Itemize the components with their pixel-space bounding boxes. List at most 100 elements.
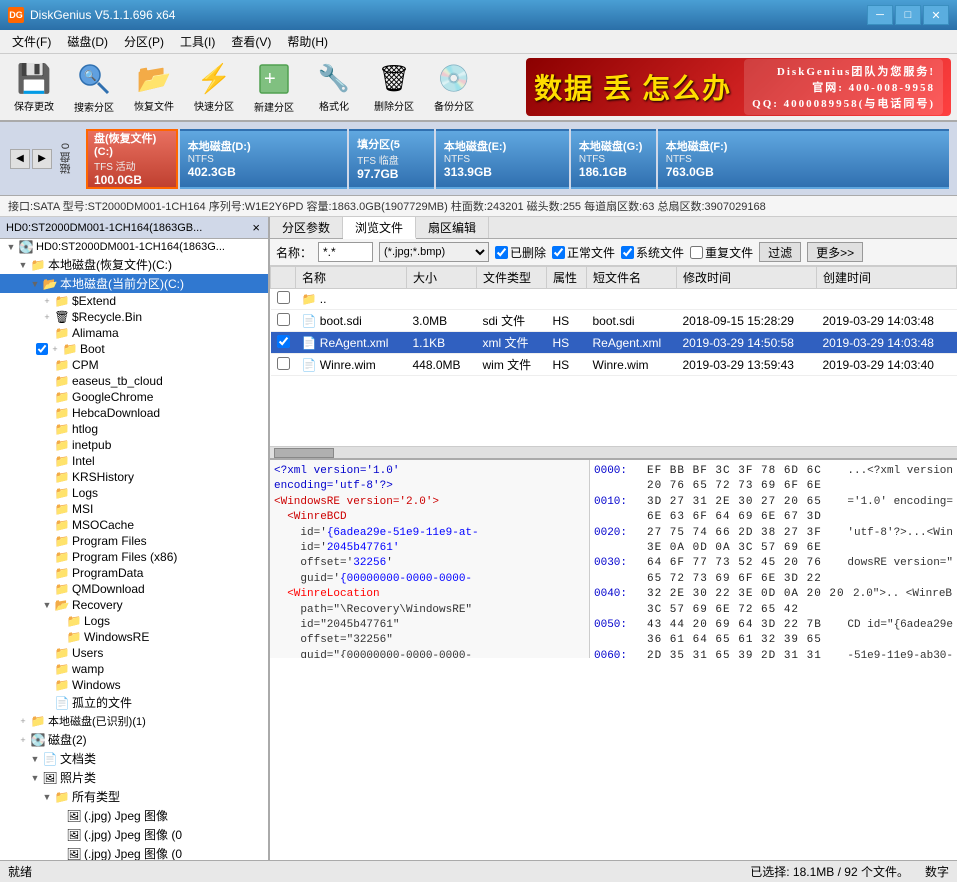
tree-node-inetpub[interactable]: 📁 inetpub: [0, 437, 268, 453]
partition-c[interactable]: 盘(恢复文件)(C:) TFS 活动 100.0GB: [86, 129, 178, 189]
tree-node-alltype[interactable]: ▼ 📁 所有类型: [0, 787, 268, 806]
col-modified[interactable]: 修改时间: [677, 267, 817, 289]
nav-right[interactable]: ▶: [32, 149, 52, 169]
file-row-bootsdi[interactable]: 📄 boot.sdi 3.0MB sdi 文件 HS boot.sdi 2018…: [271, 310, 957, 332]
partition-5[interactable]: 填分区(5 TFS 临盘 97.7GB: [349, 129, 434, 189]
tree-node-progfiles86[interactable]: 📁 Program Files (x86): [0, 549, 268, 565]
col-size[interactable]: 大小: [407, 267, 477, 289]
tree-node-msi[interactable]: 📁 MSI: [0, 501, 268, 517]
tree-header-text: HD0:ST2000DM001-1CH164(1863GB...: [6, 222, 202, 234]
svg-text:🔍: 🔍: [84, 69, 96, 82]
tree-node-alimama[interactable]: 📁 Alimama: [0, 325, 268, 341]
col-created[interactable]: 创建时间: [817, 267, 957, 289]
partition-d[interactable]: 本地磁盘(D:) NTFS 402.3GB: [180, 129, 347, 189]
tree-node-c-current[interactable]: ▼ 📂 本地磁盘(当前分区)(C:): [0, 274, 268, 293]
tree-node-chrome[interactable]: 📁 GoogleChrome: [0, 389, 268, 405]
partition-g[interactable]: 本地磁盘(G:) NTFS 186.1GB: [571, 129, 656, 189]
backup-partition-button[interactable]: 💿 备份分区: [426, 58, 482, 116]
tab-browse-files[interactable]: 浏览文件: [343, 217, 416, 239]
col-name[interactable]: 名称: [296, 267, 407, 289]
search-partition-button[interactable]: 🔍 搜索分区: [66, 58, 122, 116]
left-panel: HD0:ST2000DM001-1CH164(1863GB... × ▼ 💽 H…: [0, 217, 270, 860]
svg-text:+: +: [264, 68, 276, 90]
tree-node-jpg1[interactable]: 🖼 (.jpg) Jpeg 图像: [0, 806, 268, 825]
tree-node-d-recognized[interactable]: + 📁 本地磁盘(已识别)(1): [0, 712, 268, 730]
tree-node-progdata[interactable]: 📁 ProgramData: [0, 565, 268, 581]
tree-node-boot[interactable]: + 📁 Boot: [0, 341, 268, 357]
tree-node-progfiles[interactable]: 📁 Program Files: [0, 533, 268, 549]
tree-node-recovery[interactable]: ▼ 📂 Recovery: [0, 597, 268, 613]
left-panel-header: HD0:ST2000DM001-1CH164(1863GB... ×: [0, 217, 268, 239]
tree-node-hd0[interactable]: ▼ 💽 HD0:ST2000DM001-1CH164(1863G...: [0, 239, 268, 255]
tree-node-logs[interactable]: 📁 Logs: [0, 485, 268, 501]
filter-system-check[interactable]: 系统文件: [621, 244, 684, 261]
tree-node-intel[interactable]: 📁 Intel: [0, 453, 268, 469]
file-row-reagent[interactable]: 📄 ReAgent.xml 1.1KB xml 文件 HS ReAgent.xm…: [271, 332, 957, 354]
tree-area: ▼ 💽 HD0:ST2000DM001-1CH164(1863G... ▼ 📁 …: [0, 239, 268, 860]
menu-view[interactable]: 查看(V): [223, 31, 279, 52]
tree-node-imgtype[interactable]: ▼ 🖼 照片类: [0, 768, 268, 787]
list-scrollbar[interactable]: [270, 446, 957, 458]
tree-node-hebcal[interactable]: 📁 HebcaDownload: [0, 405, 268, 421]
quick-partition-button[interactable]: ⚡ 快速分区: [186, 58, 242, 116]
tree-node-windowsre[interactable]: 📁 WindowsRE: [0, 629, 268, 645]
tree-node-easeus[interactable]: 📁 easeus_tb_cloud: [0, 373, 268, 389]
filter-button[interactable]: 过滤: [759, 242, 801, 262]
menu-help[interactable]: 帮助(H): [279, 31, 336, 52]
menu-partition[interactable]: 分区(P): [116, 31, 172, 52]
tab-sector-edit[interactable]: 扇区编辑: [416, 217, 489, 238]
tree-node-jpg3[interactable]: 🖼 (.jpg) Jpeg 图像 (0: [0, 844, 268, 860]
tree-node-disk2[interactable]: + 💽 磁盘(2): [0, 730, 268, 749]
menu-disk[interactable]: 磁盘(D): [59, 31, 116, 52]
new-partition-button[interactable]: + 新建分区: [246, 58, 302, 116]
partition-f[interactable]: 本地磁盘(F:) NTFS 763.0GB: [658, 129, 949, 189]
tree-node-qmdown[interactable]: 📁 QMDownload: [0, 581, 268, 597]
filter-ext-select[interactable]: (*.jpg;*.bmp): [379, 242, 489, 262]
tree-node-doctype[interactable]: ▼ 📄 文档类: [0, 749, 268, 768]
menu-bar: 文件(F) 磁盘(D) 分区(P) 工具(I) 查看(V) 帮助(H): [0, 30, 957, 54]
tree-node-extend[interactable]: + 📁 $Extend: [0, 293, 268, 309]
delete-partition-button[interactable]: 🗑 删除分区: [366, 58, 422, 116]
tree-close-btn[interactable]: ×: [250, 220, 262, 235]
col-attr[interactable]: 属性: [547, 267, 587, 289]
col-type[interactable]: 文件类型: [477, 267, 547, 289]
nav-left[interactable]: ◀: [10, 149, 30, 169]
tree-node-cpm[interactable]: 📁 CPM: [0, 357, 268, 373]
status-left: 就绪: [8, 863, 32, 880]
disk-info-bar: 接口:SATA 型号:ST2000DM001-1CH164 序列号:W1E2Y6…: [0, 196, 957, 217]
menu-tools[interactable]: 工具(I): [172, 31, 223, 52]
tree-node-recycle[interactable]: + 🗑 $Recycle.Bin: [0, 309, 268, 325]
filter-dup-check[interactable]: 重复文件: [690, 244, 753, 261]
col-check[interactable]: [271, 267, 296, 289]
maximize-button[interactable]: □: [895, 5, 921, 25]
more-button[interactable]: 更多>>: [807, 242, 863, 262]
close-button[interactable]: ✕: [923, 5, 949, 25]
tree-node-msocache[interactable]: 📁 MSOCache: [0, 517, 268, 533]
tree-node-wamp[interactable]: 📁 wamp: [0, 661, 268, 677]
filter-deleted-check[interactable]: 已删除: [495, 244, 546, 261]
tree-node-krs[interactable]: 📁 KRSHistory: [0, 469, 268, 485]
file-row-winre[interactable]: 📄 Winre.wim 448.0MB wim 文件 HS Winre.wim …: [271, 354, 957, 376]
tab-bar: 分区参数 浏览文件 扇区编辑: [270, 217, 957, 239]
tab-partition-params[interactable]: 分区参数: [270, 217, 343, 238]
tree-node-c[interactable]: ▼ 📁 本地磁盘(恢复文件)(C:): [0, 255, 268, 274]
recover-files-button[interactable]: 📂 恢复文件: [126, 58, 182, 116]
col-short[interactable]: 短文件名: [587, 267, 677, 289]
partition-e[interactable]: 本地磁盘(E:) NTFS 313.9GB: [436, 129, 569, 189]
minimize-button[interactable]: ─: [867, 5, 893, 25]
filter-name-input[interactable]: [318, 242, 373, 262]
tree-node-lonely[interactable]: 📄 孤立的文件: [0, 693, 268, 712]
app-title: DiskGenius V5.1.1.696 x64: [30, 8, 175, 22]
tree-node-users[interactable]: 📁 Users: [0, 645, 268, 661]
format-button[interactable]: 🔧 格式化: [306, 58, 362, 116]
file-row-parent[interactable]: 📁 ..: [271, 289, 957, 310]
save-button[interactable]: 💾 保存更改: [6, 58, 62, 116]
status-selected: 已选择: 18.1MB / 92 个文件。: [750, 863, 909, 880]
tree-node-windows[interactable]: 📁 Windows: [0, 677, 268, 693]
tree-node-jpg2[interactable]: 🖼 (.jpg) Jpeg 图像 (0: [0, 825, 268, 844]
tree-node-logs2[interactable]: 📁 Logs: [0, 613, 268, 629]
disk-strip: ◀ ▶ 磁盘 0 盘(恢复文件)(C:) TFS 活动 100.0GB 本地磁盘…: [0, 122, 957, 196]
tree-node-htlog[interactable]: 📁 htlog: [0, 421, 268, 437]
menu-file[interactable]: 文件(F): [4, 31, 59, 52]
filter-normal-check[interactable]: 正常文件: [552, 244, 615, 261]
